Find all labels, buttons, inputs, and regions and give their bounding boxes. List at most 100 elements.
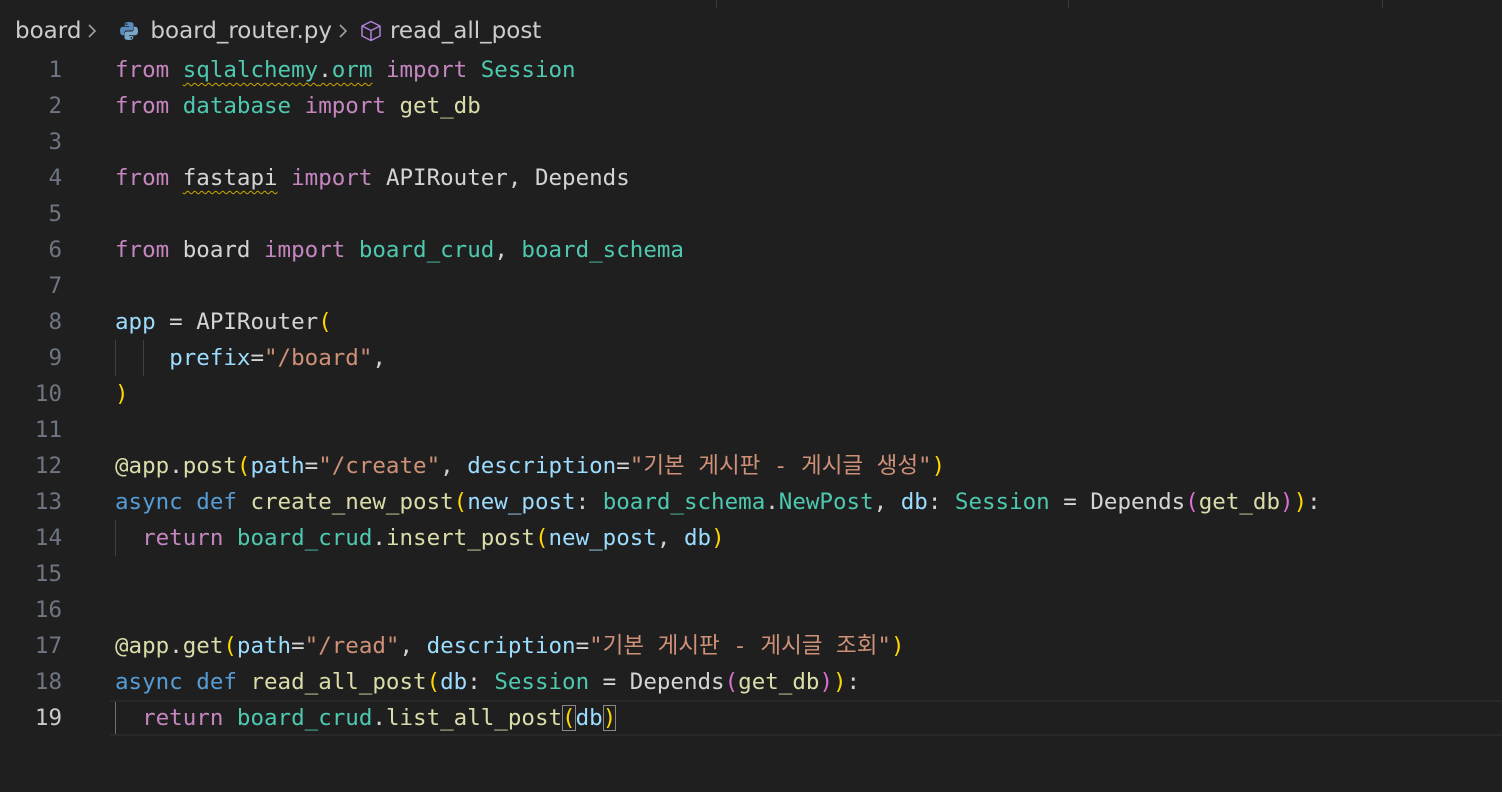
line-number: 16	[34, 597, 62, 623]
code-token: import	[291, 165, 373, 191]
code-token: board_crud	[236, 705, 373, 731]
code-line[interactable]: 11	[0, 412, 1502, 448]
line-number: 2	[48, 93, 62, 119]
code-token: =	[291, 633, 305, 659]
line-number: 13	[34, 489, 62, 515]
code-line[interactable]: 9 prefix="/board",	[0, 340, 1502, 376]
code-token: import	[385, 57, 468, 83]
code-token: .	[318, 57, 332, 83]
code-token: "기본 게시판 - 게시글 생성"	[629, 453, 932, 479]
code-token: get_db	[399, 93, 481, 119]
code-line[interactable]: 3	[0, 124, 1502, 160]
code-token: from	[115, 237, 170, 263]
tab-divider	[1068, 0, 1069, 8]
code-token: prefix	[169, 345, 251, 371]
code-token: list_all_post	[385, 705, 563, 731]
code-token: board_schema	[602, 489, 766, 515]
code-line[interactable]: 14 return board_crud.insert_post(new_pos…	[0, 520, 1502, 556]
code-token: path	[250, 453, 305, 479]
code-token: @app	[115, 633, 170, 659]
code-token: )	[1293, 489, 1308, 515]
code-line[interactable]: 10)	[0, 376, 1502, 412]
code-token: db	[683, 525, 712, 551]
code-token: orm	[331, 57, 373, 83]
line-number: 11	[34, 417, 62, 443]
code-editor[interactable]: 1 from sqlalchemy.orm import Session 2 from…	[0, 52, 1502, 792]
code-token: app	[115, 309, 156, 335]
code-token: import	[264, 237, 346, 263]
line-number: 18	[34, 669, 62, 695]
code-token: "기본 게시판 - 게시글 조회"	[589, 633, 891, 659]
breadcrumb: board board_router.py read_all_post	[15, 15, 541, 47]
code-token: async	[115, 489, 183, 515]
code-token: Depends	[1090, 489, 1186, 515]
code-token: description	[467, 453, 617, 479]
code-line[interactable]: 7	[0, 268, 1502, 304]
line-number: 14	[34, 525, 62, 551]
code-token: from	[115, 165, 170, 191]
chevron-right-icon	[87, 23, 97, 39]
code-token: =	[155, 309, 197, 335]
code-token: path	[236, 633, 292, 659]
code-token: ,	[399, 633, 427, 659]
code-token: (	[534, 525, 549, 551]
code-token: (	[562, 705, 576, 731]
code-text: async def read_all_post(db: Session = De…	[115, 664, 860, 700]
code-token: "/read"	[304, 633, 400, 659]
breadcrumb-file[interactable]: board_router.py	[150, 18, 332, 44]
line-number: 3	[48, 129, 62, 155]
code-line[interactable]: 19 return board_crud.list_all_post(db)	[0, 700, 1502, 736]
line-number: 4	[48, 165, 62, 191]
code-token: :	[467, 669, 495, 695]
code-line[interactable]: 8 app = APIRouter(	[0, 304, 1502, 340]
line-number: 10	[34, 381, 62, 407]
code-line[interactable]: 18 async def read_all_post(db: Session = …	[0, 664, 1502, 700]
breadcrumb-symbol[interactable]: read_all_post	[390, 18, 541, 44]
code-line[interactable]: 5	[0, 196, 1502, 232]
code-line[interactable]: 2 from database import get_db	[0, 88, 1502, 124]
code-line[interactable]: 1 from sqlalchemy.orm import Session	[0, 52, 1502, 88]
tab-divider	[1382, 0, 1383, 8]
code-token: (	[724, 669, 739, 695]
code-token: =	[575, 633, 590, 659]
code-token: "/create"	[318, 453, 441, 479]
code-token: .	[169, 453, 183, 479]
code-token: )	[115, 381, 129, 407]
code-text: return board_crud.insert_post(new_post, …	[115, 520, 725, 556]
code-line[interactable]: 17 @app.get(path="/read", description="기본…	[0, 628, 1502, 664]
breadcrumb-folder[interactable]: board	[15, 18, 81, 44]
code-token: return	[142, 705, 224, 731]
code-token: (	[223, 633, 237, 659]
code-token: )	[819, 669, 833, 695]
cube-method-icon	[359, 19, 383, 43]
code-token: Session	[494, 669, 590, 695]
code-token: =	[589, 669, 630, 695]
code-line[interactable]: 4 from fastapi import APIRouter, Depends	[0, 160, 1502, 196]
code-token: (	[236, 453, 251, 479]
line-number: 8	[48, 309, 62, 335]
code-line[interactable]: 15	[0, 556, 1502, 592]
code-token: APIRouter, Depends	[385, 165, 630, 191]
code-line[interactable]: 12 @app.post(path="/create", description=…	[0, 448, 1502, 484]
code-token: @app	[115, 453, 170, 479]
code-token: NewPost	[778, 489, 874, 515]
code-line[interactable]: 16	[0, 592, 1502, 628]
code-line[interactable]: 13 async def create_new_post(new_post: bo…	[0, 484, 1502, 520]
code-token: APIRouter	[196, 309, 319, 335]
code-token: db	[575, 705, 603, 731]
code-token: db	[440, 669, 468, 695]
code-line[interactable]: 6 from board import board_crud, board_sch…	[0, 232, 1502, 268]
code-token: get_db	[738, 669, 820, 695]
code-token: ,	[656, 525, 684, 551]
code-token: )	[931, 453, 946, 479]
